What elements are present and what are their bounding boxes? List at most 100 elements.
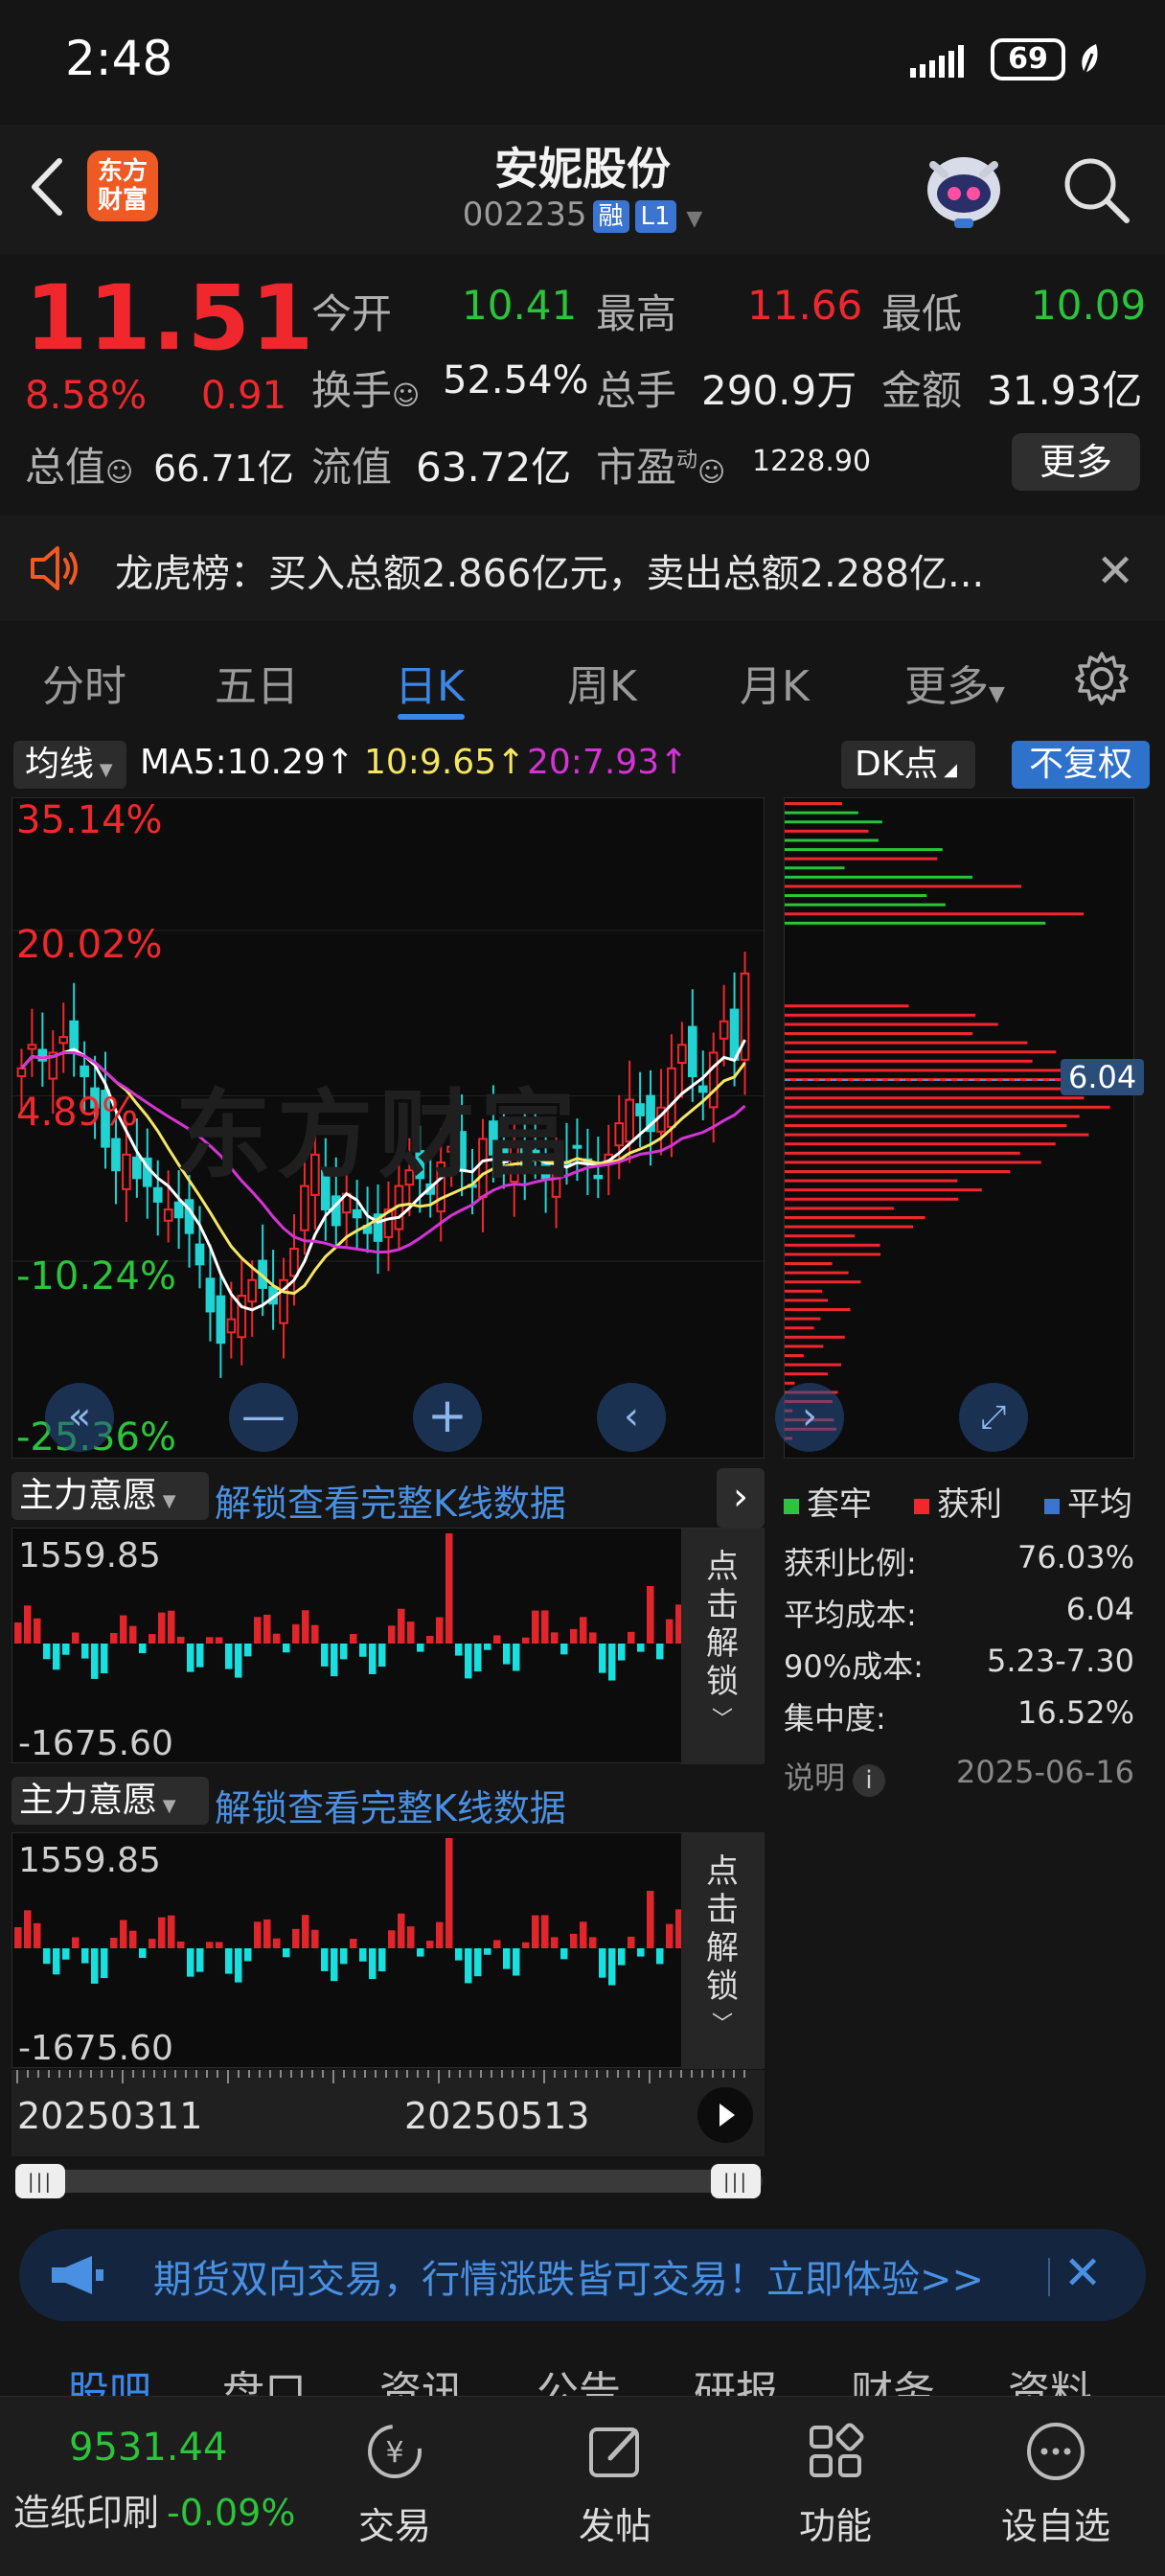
tab-more[interactable]: 更多▼ xyxy=(904,652,1005,713)
subtab-profile[interactable]: 资料 xyxy=(1008,2358,1092,2396)
indicator-selector-1[interactable]: 主力意愿 ▼ xyxy=(11,1472,209,1520)
unlock-button-1[interactable]: 点击解锁 ﹀ xyxy=(681,1529,764,1764)
range-slider[interactable]: ||| ||| xyxy=(15,2164,763,2198)
prev-button[interactable]: ‹ xyxy=(597,1383,666,1452)
turnover-label-text: 换手 xyxy=(311,367,393,414)
indicator-bar xyxy=(14,1622,22,1644)
change-amount: 0.91 xyxy=(201,374,287,418)
zoom-out-button[interactable]: — xyxy=(229,1383,298,1452)
indicator-bar xyxy=(216,1637,223,1644)
slider-handle-left[interactable]: ||| xyxy=(15,2164,65,2198)
legend-trapped: 套牢 xyxy=(784,1478,872,1525)
avg-cost-marker: 6.04 xyxy=(1061,1059,1145,1095)
indicator-bar xyxy=(101,1644,108,1674)
trade-icon: ¥ xyxy=(368,2425,422,2478)
indicator-header-1: 主力意愿 ▼ 解锁查看完整K线数据 › xyxy=(11,1468,765,1528)
subtab-research[interactable]: 研报 xyxy=(694,2358,778,2396)
stock-code: 002235 xyxy=(462,196,587,234)
indicator-bar xyxy=(522,1942,530,1948)
info-icon[interactable]: ☺ xyxy=(697,456,725,488)
bottom-bar: 9531.44 造纸印刷 -0.09% ¥ 交易 发帖 功能 设自选 xyxy=(0,2396,1165,2576)
expand-icon[interactable]: ⤢ xyxy=(959,1383,1028,1452)
ma-selector[interactable]: 均线 ▼ xyxy=(13,741,126,789)
next-button[interactable]: › xyxy=(775,1383,844,1452)
indicator-bar xyxy=(541,1610,549,1644)
legend-avg-label: 平均 xyxy=(1067,1485,1132,1524)
play-icon[interactable] xyxy=(697,2087,753,2143)
chevron-right-icon[interactable]: › xyxy=(717,1468,765,1528)
tab-five-day[interactable]: 五日 xyxy=(215,652,299,713)
tab-weekly-k[interactable]: 周K xyxy=(567,652,637,713)
indicator-bar xyxy=(101,1948,108,1979)
post-button[interactable]: 发帖 xyxy=(538,2418,692,2549)
notice-text: 龙虎榜：买入总额2.866亿元，卖出总额2.288亿... xyxy=(115,552,985,596)
note-link[interactable]: 说明 xyxy=(784,1760,845,1796)
last-price: 11.51 xyxy=(25,266,315,371)
tab-monthly-k[interactable]: 月K xyxy=(740,652,810,713)
adjust-button[interactable]: 不复权 xyxy=(1012,741,1150,789)
profit-ratio-value: 76.03% xyxy=(1017,1539,1134,1576)
robot-assistant-icon[interactable] xyxy=(920,146,1008,230)
close-icon[interactable]: ✕ xyxy=(1096,544,1134,598)
close-icon[interactable]: ✕ xyxy=(1063,2246,1102,2300)
candle-body xyxy=(216,1295,226,1345)
info-icon[interactable]: ☺ xyxy=(105,456,133,488)
chip-bar xyxy=(785,1170,1011,1173)
indicator-bar xyxy=(522,1637,530,1644)
status-time: 2:48 xyxy=(65,31,173,86)
indicator-bar xyxy=(148,1634,156,1644)
candle-body xyxy=(163,1208,173,1222)
chip-bar xyxy=(785,1151,1020,1155)
gear-icon[interactable] xyxy=(1071,648,1132,709)
chart-tabs: 分时 五日 日K 周K 月K 更多▼ xyxy=(0,632,1165,728)
tab-daily-k[interactable]: 日K xyxy=(395,652,465,713)
concentration-value: 16.52% xyxy=(1017,1694,1134,1731)
scroll-left-button[interactable]: « xyxy=(45,1383,114,1452)
indicator-selector-2[interactable]: 主力意愿 ▼ xyxy=(11,1777,209,1825)
trade-button[interactable]: ¥ 交易 xyxy=(318,2418,471,2549)
sector-index[interactable]: 造纸印刷 -0.09% xyxy=(13,2483,295,2536)
indicator-bar xyxy=(618,1948,626,1966)
chip-bar xyxy=(785,1179,958,1183)
subtab-finance[interactable]: 财务 xyxy=(851,2358,935,2396)
tab-intraday[interactable]: 分时 xyxy=(42,652,126,713)
indicator-bar xyxy=(120,1920,127,1948)
subtab-pankou[interactable]: 盘口 xyxy=(222,2358,307,2396)
dragon-tiger-notice[interactable]: 龙虎榜：买入总额2.866亿元，卖出总额2.288亿... ✕ xyxy=(0,516,1165,621)
info-icon[interactable]: ☺ xyxy=(392,380,420,411)
subtab-guba[interactable]: 股吧 xyxy=(67,2358,151,2396)
indicator-bar xyxy=(139,1644,147,1654)
subtab-news[interactable]: 资讯 xyxy=(379,2358,464,2396)
add-watchlist-button[interactable]: 设自选 xyxy=(979,2418,1132,2549)
futures-ad-banner[interactable]: 期货双向交易，行情涨跌皆可交易！立即体验>> ✕ xyxy=(19,2229,1146,2321)
slider-handle-right[interactable]: ||| xyxy=(711,2164,761,2198)
chevron-down-icon[interactable]: ▼ xyxy=(686,207,702,231)
indicator-bar xyxy=(129,1625,137,1644)
search-icon[interactable] xyxy=(1058,151,1134,228)
indicator-bar xyxy=(311,1929,319,1948)
candle-body xyxy=(80,1065,89,1078)
indicator-bar xyxy=(465,1644,472,1679)
pe-label-text: 市盈 xyxy=(596,444,677,491)
kline-chart[interactable]: 35.14% 20.02% 4.89% -10.24% -25.36% 东方财富… xyxy=(11,797,765,1460)
dk-selector[interactable]: DK点 ◢ xyxy=(841,741,975,789)
indicator-bar xyxy=(369,1644,377,1674)
functions-button[interactable]: 功能 xyxy=(759,2418,912,2549)
sector-index-value[interactable]: 9531.44 xyxy=(69,2426,227,2470)
zoom-in-button[interactable]: + xyxy=(413,1383,482,1452)
info-icon[interactable]: i xyxy=(853,1764,886,1797)
caret-down-icon: ▼ xyxy=(157,1796,176,1816)
pct-label-4: -10.24% xyxy=(16,1254,176,1299)
chip-bar xyxy=(785,1096,1085,1100)
subtab-announcements[interactable]: 公告 xyxy=(537,2358,621,2396)
indicator-bar xyxy=(628,1936,635,1948)
more-button[interactable]: 更多 xyxy=(1012,433,1140,491)
candle-body xyxy=(16,1067,27,1077)
unlock-link-2[interactable]: 解锁查看完整K线数据 xyxy=(215,1779,566,1831)
ma10-value: 10:9.65↑ xyxy=(364,743,526,782)
chip-distribution-chart[interactable]: 6.04 › ⤢ xyxy=(775,797,1145,1459)
unlock-link-1[interactable]: 解锁查看完整K线数据 xyxy=(215,1474,566,1527)
unlock-button-2[interactable]: 点击解锁 ﹀ xyxy=(681,1833,764,2069)
indicator-bar xyxy=(91,1644,99,1679)
indicator-bar xyxy=(378,1948,386,1972)
